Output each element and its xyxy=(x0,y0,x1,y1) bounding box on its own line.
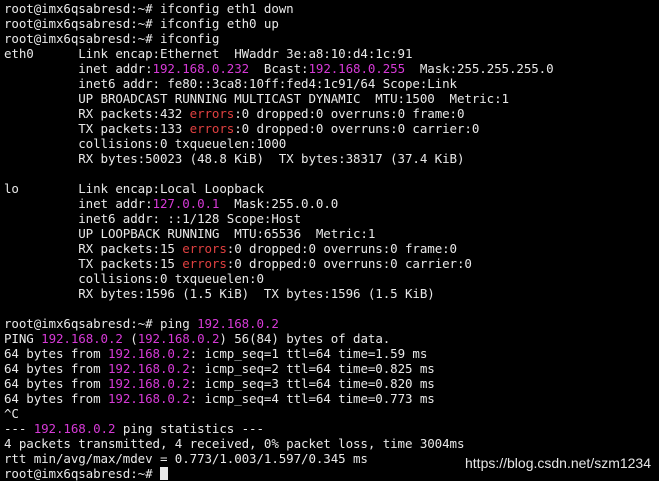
terminal-line: collisions:0 txqueuelen:1000 xyxy=(4,136,554,151)
terminal-line: RX packets:432 errors:0 dropped:0 overru… xyxy=(4,106,554,121)
terminal-line: lo Link encap:Local Loopback xyxy=(4,181,554,196)
error-keyword: errors xyxy=(182,241,227,256)
terminal-text: RX bytes:1596 (1.5 KiB) TX bytes:1596 (1… xyxy=(4,286,435,301)
terminal-line: 64 bytes from 192.168.0.2: icmp_seq=3 tt… xyxy=(4,376,554,391)
terminal-text: RX packets:432 xyxy=(4,106,190,121)
highlighted-text: 192.168.0.2 xyxy=(107,376,190,391)
highlighted-text: 192.168.0.255 xyxy=(308,61,406,76)
terminal-line: root@imx6qsabresd:~# ifconfig eth1 down xyxy=(4,1,554,16)
terminal-output: root@imx6qsabresd:~# ifconfig eth1 down r… xyxy=(4,1,554,481)
terminal-text: collisions:0 txqueuelen:0 xyxy=(4,271,264,286)
terminal-text: : icmp_seq=3 ttl=64 time=0.820 ms xyxy=(189,376,435,391)
highlighted-text: 192.168.0.2 xyxy=(107,346,190,361)
error-keyword: errors xyxy=(189,106,235,121)
terminal-text: : icmp_seq=1 ttl=64 time=1.59 ms xyxy=(189,346,428,361)
highlighted-text: 192.168.0.2 xyxy=(33,421,116,436)
terminal-text: :0 dropped:0 overruns:0 frame:0 xyxy=(226,241,457,256)
highlighted-text: 192.168.0.2 xyxy=(107,361,190,376)
watermark-text: https://blog.csdn.net/szm1234 xyxy=(465,455,651,471)
terminal-text: TX packets:133 xyxy=(4,121,190,136)
terminal-line: inet addr:127.0.0.1 Mask:255.0.0.0 xyxy=(4,196,554,211)
terminal-text: lo Link encap:Local Loopback xyxy=(4,181,264,196)
terminal-text: root@imx6qsabresd:~# ifconfig eth0 up xyxy=(4,16,279,31)
terminal-text: inet addr: xyxy=(4,196,153,211)
terminal-line: ^C xyxy=(4,406,554,421)
highlighted-text: 192.168.0.232 xyxy=(152,61,250,76)
terminal-text: : icmp_seq=2 ttl=64 time=0.825 ms xyxy=(189,361,435,376)
terminal-text: --- xyxy=(4,421,34,436)
terminal-cursor xyxy=(159,467,168,480)
terminal-line: 64 bytes from 192.168.0.2: icmp_seq=4 tt… xyxy=(4,391,554,406)
terminal-text: Mask:255.255.255.0 xyxy=(405,61,554,76)
terminal-text: UP BROADCAST RUNNING MULTICAST DYNAMIC M… xyxy=(4,91,509,106)
error-keyword: errors xyxy=(189,121,235,136)
terminal-text: 64 bytes from xyxy=(4,391,108,406)
terminal-text: inet6 addr: fe80::3ca8:10ff:fed4:1c91/64… xyxy=(4,76,457,91)
terminal-text: root@imx6qsabresd:~# ping xyxy=(4,316,198,331)
terminal-text: TX packets:15 xyxy=(4,256,183,271)
terminal-line: root@imx6qsabresd:~# ifconfig eth0 up xyxy=(4,16,554,31)
terminal-line: PING 192.168.0.2 (192.168.0.2) 56(84) by… xyxy=(4,331,554,346)
highlighted-text: 192.168.0.2 xyxy=(197,316,279,331)
terminal-line: 64 bytes from 192.168.0.2: icmp_seq=2 tt… xyxy=(4,361,554,376)
terminal-text: root@imx6qsabresd:~# ifconfig xyxy=(4,31,220,46)
terminal-line: inet6 addr: fe80::3ca8:10ff:fed4:1c91/64… xyxy=(4,76,554,91)
terminal-text: 64 bytes from xyxy=(4,346,108,361)
terminal-text: Bcast: xyxy=(249,61,309,76)
terminal-line: inet6 addr: ::1/128 Scope:Host xyxy=(4,211,554,226)
highlighted-text: 127.0.0.1 xyxy=(152,196,220,211)
terminal-text: eth0 Link encap:Ethernet HWaddr 3e:a8:10… xyxy=(4,46,413,61)
terminal-text: inet addr: xyxy=(4,61,153,76)
terminal-line: 4 packets transmitted, 4 received, 0% pa… xyxy=(4,436,554,451)
terminal-line: eth0 Link encap:Ethernet HWaddr 3e:a8:10… xyxy=(4,46,554,61)
terminal-text: ( xyxy=(122,331,138,346)
terminal-text: ^C xyxy=(4,406,19,421)
highlighted-text: 192.168.0.2 xyxy=(107,391,190,406)
terminal-text: :0 dropped:0 overruns:0 frame:0 xyxy=(234,106,465,121)
terminal-text: collisions:0 txqueuelen:1000 xyxy=(4,136,287,151)
terminal-line: UP LOOPBACK RUNNING MTU:65536 Metric:1 xyxy=(4,226,554,241)
terminal-text: root@imx6qsabresd:~# ifconfig eth1 down xyxy=(4,1,294,16)
terminal-text: Mask:255.0.0.0 xyxy=(219,196,339,211)
terminal-line: RX bytes:1596 (1.5 KiB) TX bytes:1596 (1… xyxy=(4,286,554,301)
terminal-line: UP BROADCAST RUNNING MULTICAST DYNAMIC M… xyxy=(4,91,554,106)
terminal-text: RX bytes:50023 (48.8 KiB) TX bytes:38317… xyxy=(4,151,465,166)
terminal-line: TX packets:15 errors:0 dropped:0 overrun… xyxy=(4,256,554,271)
terminal-line: collisions:0 txqueuelen:0 xyxy=(4,271,554,286)
terminal-text: UP LOOPBACK RUNNING MTU:65536 Metric:1 xyxy=(4,226,376,241)
terminal-line: root@imx6qsabresd:~# ping 192.168.0.2 xyxy=(4,316,554,331)
terminal-window[interactable]: root@imx6qsabresd:~# ifconfig eth1 down r… xyxy=(0,0,659,481)
terminal-text: rtt min/avg/max/mdev = 0.773/1.003/1.597… xyxy=(4,451,368,466)
terminal-line: RX packets:15 errors:0 dropped:0 overrun… xyxy=(4,241,554,256)
terminal-text: PING xyxy=(4,331,42,346)
terminal-text: root@imx6qsabresd:~# xyxy=(4,466,160,481)
terminal-text: :0 dropped:0 overruns:0 carrier:0 xyxy=(226,256,472,271)
error-keyword: errors xyxy=(182,256,227,271)
terminal-text: RX packets:15 xyxy=(4,241,183,256)
highlighted-text: 192.168.0.2 xyxy=(41,331,123,346)
terminal-text: 64 bytes from xyxy=(4,361,108,376)
terminal-text: 4 packets transmitted, 4 received, 0% pa… xyxy=(4,436,465,451)
terminal-line: root@imx6qsabresd:~# ifconfig xyxy=(4,31,554,46)
highlighted-text: 192.168.0.2 xyxy=(137,331,220,346)
terminal-line: TX packets:133 errors:0 dropped:0 overru… xyxy=(4,121,554,136)
terminal-line: --- 192.168.0.2 ping statistics --- xyxy=(4,421,554,436)
terminal-text: ) 56(84) bytes of data. xyxy=(219,331,391,346)
terminal-text: 64 bytes from xyxy=(4,376,108,391)
terminal-line: RX bytes:50023 (48.8 KiB) TX bytes:38317… xyxy=(4,151,554,166)
terminal-text: :0 dropped:0 overruns:0 carrier:0 xyxy=(234,121,480,136)
terminal-text: : icmp_seq=4 ttl=64 time=0.773 ms xyxy=(189,391,435,406)
terminal-line: inet addr:192.168.0.232 Bcast:192.168.0.… xyxy=(4,61,554,76)
terminal-text: ping statistics --- xyxy=(115,421,264,436)
terminal-text: inet6 addr: ::1/128 Scope:Host xyxy=(4,211,302,226)
terminal-line: 64 bytes from 192.168.0.2: icmp_seq=1 tt… xyxy=(4,346,554,361)
